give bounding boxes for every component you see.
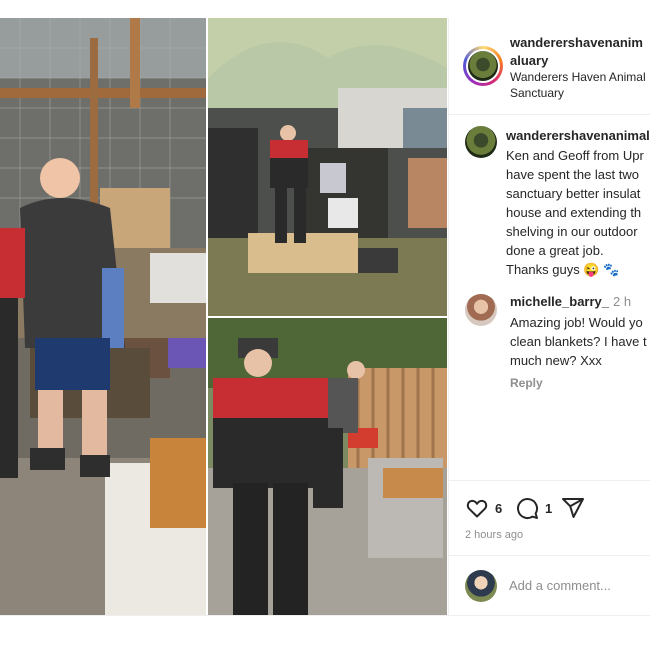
commenter-avatar[interactable] bbox=[465, 294, 497, 326]
current-user-avatar bbox=[465, 570, 497, 602]
photo-top-right[interactable] bbox=[208, 18, 447, 316]
comment-time: 2 h bbox=[613, 294, 632, 309]
divider bbox=[0, 615, 650, 616]
caption-text: Ken and Geoff from Upr have spent the la… bbox=[506, 146, 650, 279]
caption-username[interactable]: wanderershavenanimal bbox=[506, 128, 650, 143]
photo-left[interactable] bbox=[0, 18, 206, 615]
winking-face-emoji-icon: 😜 bbox=[583, 262, 600, 277]
post-side-panel: wanderershavenanimaluary Wanderers Haven… bbox=[448, 18, 650, 615]
profile-avatar[interactable] bbox=[463, 46, 503, 86]
heart-icon bbox=[466, 499, 488, 518]
paper-plane-icon bbox=[562, 498, 584, 518]
header-display-name: Wanderers Haven Animal Sanctuary bbox=[510, 70, 646, 100]
caption-body: Ken and Geoff from Upr have spent the la… bbox=[506, 148, 644, 277]
comment-username[interactable]: michelle_barry_ bbox=[510, 294, 609, 309]
comment-bubble-icon bbox=[517, 498, 539, 520]
comment-text: Amazing job! Would yo clean blankets? I … bbox=[510, 315, 647, 368]
comment-count: 1 bbox=[545, 501, 553, 516]
add-comment-input[interactable] bbox=[509, 578, 649, 593]
caption-avatar[interactable] bbox=[465, 126, 497, 158]
comment-header: michelle_barry_ 2 h bbox=[510, 294, 631, 309]
photo-bottom-right[interactable] bbox=[208, 318, 447, 615]
comment-button[interactable] bbox=[515, 496, 539, 520]
paw-prints-emoji-icon: 🐾 bbox=[603, 262, 620, 277]
reply-button[interactable]: Reply bbox=[510, 376, 543, 390]
post-timestamp[interactable]: 2 hours ago bbox=[465, 529, 523, 541]
add-comment-bar bbox=[449, 555, 650, 615]
share-button[interactable] bbox=[561, 496, 585, 520]
like-count: 6 bbox=[495, 501, 503, 516]
header-username[interactable]: wanderershavenanimaluary bbox=[510, 34, 650, 70]
post-media[interactable] bbox=[0, 18, 448, 615]
post-header: wanderershavenanimaluary Wanderers Haven… bbox=[449, 18, 650, 115]
like-button[interactable] bbox=[465, 496, 489, 520]
